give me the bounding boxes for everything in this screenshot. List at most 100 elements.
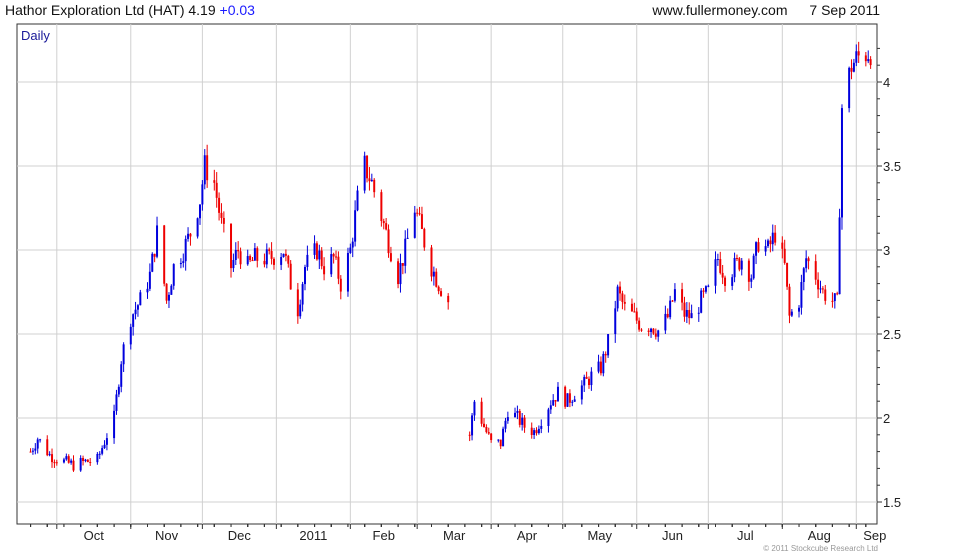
candle-body <box>86 459 89 462</box>
candle-body <box>716 259 719 261</box>
candle-body <box>289 263 292 290</box>
candle-body <box>132 314 135 327</box>
candle-body <box>535 430 538 434</box>
candle-body <box>79 457 82 471</box>
candle-body <box>654 333 657 337</box>
candle-body <box>313 243 316 255</box>
candle-body <box>332 254 335 257</box>
candle-body <box>697 312 700 314</box>
candle-body <box>817 279 820 290</box>
candle-body <box>387 229 390 254</box>
candle-body <box>172 264 175 286</box>
candle-body <box>55 462 58 464</box>
candle-body <box>840 108 843 218</box>
candle-body <box>251 260 254 262</box>
candle-body <box>597 361 600 372</box>
candle-body <box>800 282 803 308</box>
candle-body <box>554 400 557 402</box>
candle-body <box>318 250 321 260</box>
candle-body <box>120 364 123 387</box>
candle-body <box>46 439 49 456</box>
x-tick-label: Mar <box>443 528 466 543</box>
candle-body <box>583 376 586 386</box>
candle-body <box>807 258 810 262</box>
candle-body <box>497 439 500 441</box>
candle-body <box>485 426 488 433</box>
candle-body <box>747 260 750 282</box>
candle-body <box>62 459 65 463</box>
candle-body <box>652 328 655 334</box>
candle-body <box>788 286 791 316</box>
candle-body <box>521 417 524 425</box>
candle-body <box>850 67 853 72</box>
candle-body <box>836 293 839 295</box>
candle-body <box>249 256 252 261</box>
candle-body <box>272 258 275 265</box>
candle-body <box>518 410 521 425</box>
candle-body <box>690 313 693 319</box>
candle-body <box>819 288 822 290</box>
candle-body <box>731 277 734 286</box>
candle-body <box>404 238 407 266</box>
candle-body <box>755 242 758 256</box>
candle-body <box>385 223 388 230</box>
candle-body <box>287 255 290 264</box>
candle-body <box>115 394 118 411</box>
period-label: Daily <box>21 28 50 43</box>
candle-body <box>129 326 132 345</box>
candle-body <box>134 309 137 315</box>
candle-body <box>234 249 237 260</box>
candle-body <box>707 285 710 287</box>
candle-body <box>187 233 190 239</box>
candle-body <box>774 232 777 243</box>
candle-body <box>349 247 352 253</box>
candle-body <box>179 262 182 265</box>
candle-body <box>838 217 841 295</box>
candle-body <box>330 254 333 275</box>
candle-body <box>84 459 87 462</box>
candle-body <box>113 410 116 439</box>
candle-body <box>869 59 872 66</box>
candle-body <box>735 258 738 260</box>
candle-body <box>418 213 421 215</box>
candle-body <box>580 385 583 400</box>
candle-body <box>688 309 691 319</box>
candle-body <box>798 307 801 312</box>
candle-body <box>366 155 369 179</box>
candle-body <box>416 212 419 214</box>
candle-body <box>700 290 703 313</box>
candle-body <box>167 294 170 301</box>
x-tick-label: Feb <box>373 528 395 543</box>
candle-body <box>621 293 624 302</box>
x-tick-label: Aug <box>808 528 831 543</box>
candle-body <box>270 251 273 259</box>
candle-body <box>117 386 120 395</box>
candle-body <box>714 259 717 286</box>
candle-body <box>704 286 707 292</box>
candle-body <box>647 330 650 333</box>
candle-body <box>373 179 376 193</box>
candle-body <box>430 247 433 277</box>
x-tick-label: Jul <box>737 528 754 543</box>
candle-body <box>681 289 684 303</box>
candle-body <box>568 393 571 403</box>
candle-body <box>623 301 626 304</box>
candle-body <box>354 210 357 242</box>
candle-body <box>51 454 54 463</box>
candle-body <box>571 401 574 403</box>
candle-body <box>48 454 51 456</box>
candle-body <box>556 386 559 402</box>
candle-body <box>263 260 266 265</box>
candle-body <box>537 428 540 434</box>
candle-body <box>657 330 660 337</box>
candle-body <box>53 462 56 464</box>
candle-body <box>530 427 533 435</box>
candle-body <box>89 461 92 463</box>
candle-body <box>237 249 240 252</box>
candle-body <box>368 178 371 182</box>
candle-body <box>724 277 727 286</box>
candle-body <box>857 51 860 56</box>
candle-body <box>783 248 786 263</box>
candle-body <box>146 288 149 293</box>
candle-body <box>669 300 672 318</box>
